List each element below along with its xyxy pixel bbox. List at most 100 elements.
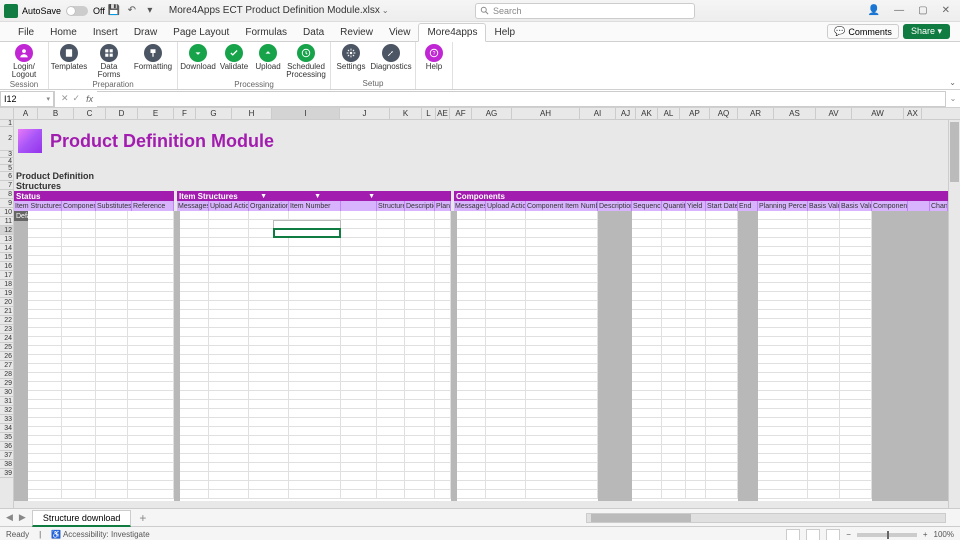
share-button[interactable]: Share ▾ [903, 24, 950, 39]
row-13[interactable]: 13 [0, 235, 13, 244]
cell-above-selection[interactable] [273, 220, 341, 228]
chevron-down-icon[interactable]: ▼ [314, 193, 321, 200]
scrollbar-thumb[interactable] [591, 514, 691, 522]
ribbon-settings[interactable]: Settings [333, 42, 369, 78]
col-AW[interactable]: AW [852, 108, 904, 119]
zoom-level[interactable]: 100% [934, 530, 954, 539]
subcol3-7[interactable]: Start Date [706, 201, 738, 211]
col-K[interactable]: K [390, 108, 422, 119]
ribbon-help[interactable]: ?Help [418, 42, 450, 87]
qat-undo[interactable]: ↶ [124, 3, 140, 19]
row-20[interactable]: 20 [0, 298, 13, 307]
subcol3-11[interactable]: Basis Value [840, 201, 872, 211]
horizontal-scrollbar[interactable] [586, 513, 946, 523]
subcol3-2[interactable]: Component Item Number [526, 201, 598, 211]
col-I[interactable]: I [272, 108, 340, 119]
row-19[interactable]: 19 [0, 289, 13, 298]
row-39[interactable]: 39 [0, 469, 13, 478]
ribbon-scheduled-processing[interactable]: ScheduledProcessing [284, 42, 328, 79]
row-30[interactable]: 30 [0, 388, 13, 397]
row-24[interactable]: 24 [0, 334, 13, 343]
row-10[interactable]: 10 [0, 208, 13, 217]
col-AX[interactable]: AX [904, 108, 922, 119]
row-18[interactable]: 18 [0, 280, 13, 289]
row-33[interactable]: 33 [0, 415, 13, 424]
tab-insert[interactable]: Insert [85, 24, 126, 41]
comments-button[interactable]: 💬 Comments [827, 24, 899, 39]
view-normal[interactable] [786, 529, 800, 540]
col-D[interactable]: D [106, 108, 138, 119]
tab-file[interactable]: File [10, 24, 42, 41]
col-G[interactable]: G [196, 108, 232, 119]
tab-help[interactable]: Help [486, 24, 523, 41]
sheet-tab-active[interactable]: Structure download [32, 510, 132, 527]
subcol-substitutes[interactable]: Substitutes [96, 201, 132, 211]
search-input[interactable]: Search [475, 3, 695, 19]
formula-input[interactable] [97, 91, 946, 107]
subcol3-13[interactable] [908, 201, 930, 211]
subcol-reference[interactable]: Reference [132, 201, 174, 211]
col-A[interactable]: A [14, 108, 38, 119]
row-32[interactable]: 32 [0, 406, 13, 415]
row-7[interactable]: 7 [0, 181, 13, 190]
col-H[interactable]: H [232, 108, 272, 119]
row-8[interactable]: 8 [0, 190, 13, 199]
row-27[interactable]: 27 [0, 361, 13, 370]
close-button[interactable]: ✕ [942, 5, 950, 16]
row-38[interactable]: 38 [0, 460, 13, 469]
accept-formula[interactable]: ✓ [73, 93, 81, 104]
tab-more4apps[interactable]: More4apps [418, 23, 486, 42]
grid-region[interactable] [28, 211, 174, 501]
subcol2-7[interactable]: Plan Level [435, 201, 451, 211]
ribbon-collapse[interactable]: ⌄ [949, 78, 956, 87]
row-35[interactable]: 35 [0, 433, 13, 442]
subcol-item-structures[interactable]: Item Structures [14, 201, 62, 211]
autosave-toggle[interactable]: AutoSave Off [22, 6, 105, 16]
col-AV[interactable]: AV [816, 108, 852, 119]
section-item-structures-2[interactable]: ▼ [269, 191, 323, 201]
section-item-structures[interactable]: Item Structures▼ [177, 191, 269, 201]
row-29[interactable]: 29 [0, 379, 13, 388]
toggle-icon[interactable] [66, 6, 88, 16]
subcol-component[interactable]: Component [62, 201, 96, 211]
filename-dd[interactable]: ⌄ [382, 6, 389, 15]
row-34[interactable]: 34 [0, 424, 13, 433]
tab-pagelayout[interactable]: Page Layout [165, 24, 237, 41]
col-E[interactable]: E [138, 108, 174, 119]
row-37[interactable]: 37 [0, 451, 13, 460]
subcol3-12[interactable]: Component Path [872, 201, 908, 211]
zoom-out[interactable]: − [846, 530, 851, 539]
active-cell[interactable] [273, 228, 341, 238]
row-9[interactable]: 9 [0, 199, 13, 208]
minimize-button[interactable]: — [894, 5, 904, 16]
row-12[interactable]: 12 [0, 226, 13, 235]
subcol3-4[interactable]: Sequence [632, 201, 662, 211]
col-AJ[interactable]: AJ [616, 108, 636, 119]
ribbon-data-forms[interactable]: DataForms [87, 42, 131, 79]
row-2[interactable]: 2 [0, 127, 13, 151]
ribbon-formatting[interactable]: Formatting [131, 42, 175, 79]
row-14[interactable]: 14 [0, 244, 13, 253]
row-23[interactable]: 23 [0, 325, 13, 334]
subcol3-0[interactable]: Messages [454, 201, 486, 211]
subcol3-6[interactable]: Yield [686, 201, 706, 211]
col-J[interactable]: J [340, 108, 390, 119]
col-L[interactable]: L [422, 108, 436, 119]
grid-region[interactable] [632, 211, 738, 501]
row-5[interactable]: 5 [0, 165, 13, 172]
subcol2-4[interactable] [341, 201, 377, 211]
zoom-slider[interactable] [857, 533, 917, 537]
subcol3-3[interactable]: Description [598, 201, 632, 211]
row-11[interactable]: 11 [0, 217, 13, 226]
sheet-nav[interactable]: ◀▶ [0, 512, 32, 523]
ribbon-diagnostics[interactable]: Diagnostics [369, 42, 413, 78]
grid-region[interactable] [180, 211, 451, 501]
ribbon-download[interactable]: Download [180, 42, 216, 79]
tab-draw[interactable]: Draw [126, 24, 165, 41]
subcol2-0[interactable]: Messages [177, 201, 209, 211]
tab-formulas[interactable]: Formulas [237, 24, 295, 41]
row-36[interactable]: 36 [0, 442, 13, 451]
tab-view[interactable]: View [381, 24, 419, 41]
row-21[interactable]: 21 [0, 307, 13, 316]
subcol2-6[interactable]: Description [405, 201, 435, 211]
